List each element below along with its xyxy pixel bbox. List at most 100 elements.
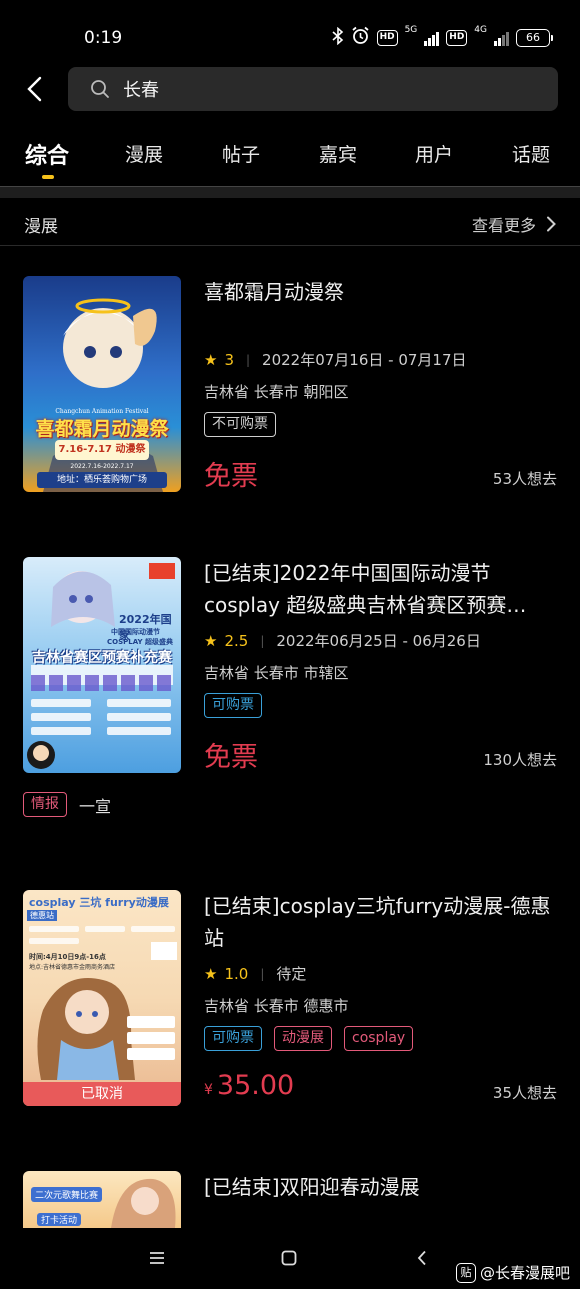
event-poster[interactable]: 二次元歌舞比赛 打卡活动	[23, 1171, 181, 1228]
tab-bar: 综合 漫展 帖子 嘉宾 用户 话题	[0, 140, 580, 186]
event-rating: 3	[224, 350, 234, 369]
poster-title: cosplay 三坑 furry动漫展	[29, 896, 169, 909]
event-meta: ★ 3 | 2022年07月16日 - 07月17日	[204, 349, 467, 370]
meta-separator: |	[246, 352, 251, 367]
cancelled-banner: 已取消	[23, 1082, 181, 1106]
want-count: 53人想去	[492, 470, 557, 488]
poster-address: 地点:吉林省德惠市金雨商务酒店	[29, 964, 116, 971]
event-poster[interactable]: 2022年国家 中国国际动漫节 COSPLAY 超级盛典 吉林省赛区预赛补充赛	[23, 557, 181, 773]
battery-icon: 66	[516, 28, 553, 47]
info-user: 一宣	[79, 796, 112, 816]
section-divider	[0, 186, 580, 198]
search-input[interactable]: 长春	[68, 67, 558, 111]
active-tab-indicator	[42, 175, 54, 179]
event-meta: ★ 2.5 | 2022年06月25日 - 06月26日	[204, 630, 481, 651]
event-poster[interactable]: cosplay 三坑 furry动漫展 德惠站 时间:4月10日9点-16点 地…	[23, 890, 181, 1106]
event-title[interactable]: [已结束]双阳迎春动漫展	[204, 1171, 559, 1203]
view-more-link[interactable]: 查看更多	[472, 212, 556, 236]
poster-line1: 二次元歌舞比赛	[31, 1187, 103, 1202]
tab-posts[interactable]: 帖子	[222, 140, 260, 167]
poster-badge: 德惠站	[27, 910, 57, 921]
signal-icon	[424, 30, 440, 46]
poster-time: 时间:4月10日9点-16点	[29, 953, 106, 961]
search-query: 长春	[123, 80, 159, 101]
poster-dates: 7.16-7.17 动漫祭	[55, 440, 149, 460]
want-count: 130人想去	[483, 751, 557, 769]
meta-separator: |	[260, 966, 265, 981]
status-icons: HD 5G HD 4G 66	[332, 25, 553, 49]
section-header: 漫展 查看更多	[0, 198, 580, 246]
ticket-status-tag: 可购票	[204, 1026, 262, 1051]
home-button[interactable]	[272, 1242, 306, 1274]
category-tag: cosplay	[344, 1026, 414, 1051]
event-tags: 可购票 动漫展 cosplay	[204, 1026, 414, 1051]
nav-back-button[interactable]	[405, 1242, 439, 1274]
star-icon: ★	[204, 631, 218, 650]
event-poster[interactable]: Changchun Animation Festival 喜都霜月动漫祭 7.1…	[23, 276, 181, 492]
search-icon	[90, 79, 110, 99]
back-button[interactable]	[18, 72, 50, 106]
back-icon	[417, 1250, 426, 1266]
home-icon	[281, 1250, 297, 1266]
poster-address: 地址：栖乐荟购物广场	[37, 472, 167, 488]
event-rating: 2.5	[224, 631, 249, 650]
event-title[interactable]: [已结束]2022年中国国际动漫节cosplay 超级盛典吉林省赛区预赛…	[204, 557, 559, 621]
poster-illustration	[29, 926, 177, 1080]
star-icon: ★	[204, 350, 218, 369]
status-bar: 0:19 HD 5G HD 4G 66	[0, 0, 580, 70]
tab-exhibitions[interactable]: 漫展	[125, 140, 163, 167]
poster-line1: 中国国际动漫节	[111, 628, 160, 636]
event-dates: 2022年06月25日 - 06月26日	[276, 632, 481, 650]
event-rating: 1.0	[224, 964, 249, 983]
event-title[interactable]: 喜都霜月动漫祭	[204, 276, 559, 308]
tab-guests[interactable]: 嘉宾	[319, 140, 357, 167]
tab-users[interactable]: 用户	[415, 140, 453, 167]
want-count: 35人想去	[492, 1084, 557, 1102]
poster-title: 喜都霜月动漫祭	[35, 418, 169, 440]
event-location: 吉林省 长春市 德惠市	[204, 997, 349, 1015]
event-price: 免票	[204, 461, 258, 492]
event-price: ¥ 35.00	[204, 1070, 294, 1101]
menu-icon	[150, 1252, 164, 1264]
meta-separator: |	[260, 633, 265, 648]
poster-title: 吉林省赛区预赛补充赛	[32, 650, 172, 666]
tieba-icon: 贴	[455, 1262, 476, 1283]
alarm-icon	[351, 26, 370, 49]
event-meta: ★ 1.0 | 待定	[204, 963, 306, 984]
signal-icon	[494, 30, 509, 46]
hd-badge: HD	[446, 29, 468, 46]
poster-line2: 打卡活动	[37, 1213, 82, 1226]
event-dates: 待定	[276, 965, 307, 983]
price-amount: 35.00	[216, 1070, 295, 1101]
watermark: 贴 @长春漫展吧	[455, 1262, 570, 1283]
ticket-status-tag: 不可购票	[204, 412, 276, 437]
status-time: 0:19	[84, 28, 123, 48]
price-currency: ¥	[204, 1082, 213, 1098]
bluetooth-icon	[332, 26, 344, 49]
event-tags: 不可购票	[204, 412, 276, 437]
info-tag: 情报	[23, 792, 67, 817]
network-type: 4G	[474, 25, 487, 35]
event-dates: 2022年07月16日 - 07月17日	[262, 351, 467, 369]
chevron-left-icon	[27, 76, 42, 102]
chevron-right-icon	[547, 216, 556, 232]
category-tag: 动漫展	[274, 1026, 332, 1051]
watermark-text: @长春漫展吧	[479, 1264, 570, 1282]
event-location: 吉林省 长春市 朝阳区	[204, 383, 349, 401]
info-row[interactable]: 情报 一宣	[23, 792, 111, 817]
section-title: 漫展	[24, 217, 58, 237]
view-more-label: 查看更多	[471, 216, 536, 235]
event-title[interactable]: [已结束]cosplay三坑furry动漫展-德惠站	[204, 890, 559, 954]
event-tags: 可购票	[204, 693, 262, 718]
network-type: 5G	[404, 25, 418, 35]
menu-button[interactable]	[140, 1242, 174, 1274]
event-card[interactable]: 二次元歌舞比赛 打卡活动 [已结束]双阳迎春动漫展	[0, 1171, 580, 1228]
event-location: 吉林省 长春市 市辖区	[204, 664, 349, 682]
poster-line2: COSPLAY 超级盛典	[107, 638, 173, 646]
star-icon: ★	[204, 964, 218, 983]
tab-general[interactable]: 综合	[25, 138, 69, 170]
tab-topics[interactable]: 话题	[512, 140, 550, 167]
event-price: 免票	[204, 742, 258, 773]
hd-badge: HD	[376, 29, 398, 46]
ticket-status-tag: 可购票	[204, 693, 262, 718]
